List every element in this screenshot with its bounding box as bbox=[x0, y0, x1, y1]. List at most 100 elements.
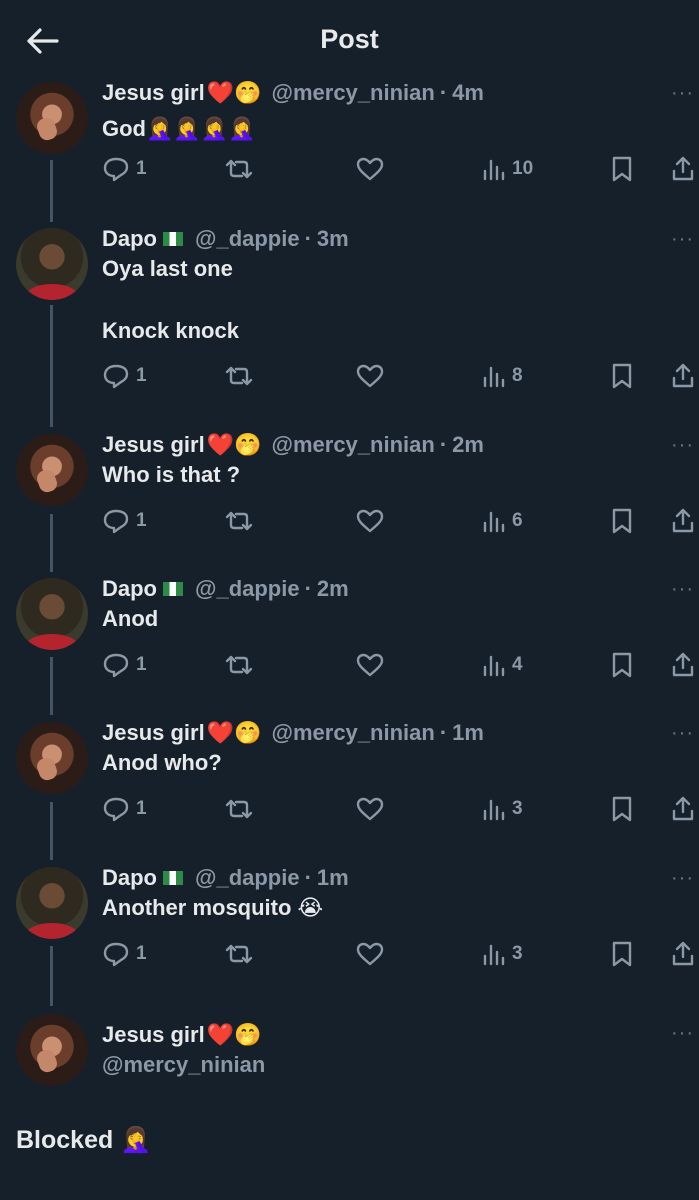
display-name[interactable]: Dapo bbox=[102, 576, 157, 602]
name-emojis: ❤️🤭 bbox=[206, 80, 262, 105]
share-icon bbox=[670, 651, 696, 679]
share-button[interactable] bbox=[670, 152, 696, 186]
like-button[interactable] bbox=[355, 504, 385, 538]
more-icon[interactable]: ··· bbox=[671, 1023, 695, 1043]
display-name[interactable]: Jesus girl bbox=[102, 720, 205, 746]
views-button[interactable]: 8 bbox=[482, 359, 523, 393]
avatar[interactable] bbox=[16, 82, 88, 154]
avatar[interactable] bbox=[16, 867, 88, 939]
reply-button[interactable]: 1 bbox=[102, 504, 147, 538]
reply-button[interactable]: 1 bbox=[102, 152, 147, 186]
bookmark-icon bbox=[610, 362, 634, 390]
views-button[interactable]: 6 bbox=[482, 504, 523, 538]
name-emojis: ❤️🤭 bbox=[206, 1022, 262, 1047]
views-button[interactable]: 3 bbox=[482, 937, 523, 971]
author-handle[interactable]: @mercy_ninian bbox=[272, 80, 435, 106]
share-icon bbox=[670, 507, 696, 535]
bookmark-button[interactable] bbox=[610, 152, 634, 186]
author-name-row: Jesus girl ❤️🤭 bbox=[102, 1018, 262, 1052]
action-bar: 16 bbox=[0, 504, 699, 538]
retweet-button[interactable] bbox=[222, 937, 256, 971]
reply-icon bbox=[102, 652, 130, 678]
like-button[interactable] bbox=[355, 792, 385, 826]
views-button[interactable]: 3 bbox=[482, 792, 523, 826]
separator: · bbox=[439, 720, 448, 745]
reply-button[interactable]: 1 bbox=[102, 359, 147, 393]
retweet-button[interactable] bbox=[222, 359, 256, 393]
like-button[interactable] bbox=[355, 648, 385, 682]
avatar[interactable] bbox=[16, 228, 88, 300]
like-button[interactable] bbox=[355, 937, 385, 971]
reply-icon bbox=[102, 363, 130, 389]
retweet-icon bbox=[222, 156, 256, 182]
like-icon bbox=[355, 796, 385, 822]
timestamp[interactable]: 2m bbox=[317, 576, 349, 602]
share-button[interactable] bbox=[670, 359, 696, 393]
reply-count: 1 bbox=[136, 654, 147, 675]
retweet-button[interactable] bbox=[222, 152, 256, 186]
nigeria-flag-icon bbox=[163, 232, 183, 246]
more-icon[interactable]: ··· bbox=[671, 435, 695, 455]
author-handle[interactable]: @mercy_ninian bbox=[272, 432, 435, 458]
views-button[interactable]: 10 bbox=[482, 152, 533, 186]
name-emojis: ❤️🤭 bbox=[206, 432, 262, 457]
retweet-icon bbox=[222, 508, 256, 534]
display-name[interactable]: Jesus girl bbox=[102, 80, 205, 106]
reply-button[interactable]: 1 bbox=[102, 648, 147, 682]
author-handle[interactable]: @_dappie bbox=[195, 865, 300, 891]
more-icon[interactable]: ··· bbox=[671, 868, 695, 888]
avatar[interactable] bbox=[16, 1014, 88, 1086]
bookmark-button[interactable] bbox=[610, 504, 634, 538]
reply-button[interactable]: 1 bbox=[102, 937, 147, 971]
like-icon bbox=[355, 941, 385, 967]
share-button[interactable] bbox=[670, 937, 696, 971]
more-icon[interactable]: ··· bbox=[671, 723, 695, 743]
display-name[interactable]: Dapo bbox=[102, 865, 157, 891]
like-button[interactable] bbox=[355, 152, 385, 186]
more-icon[interactable]: ··· bbox=[671, 579, 695, 599]
tweet-text: Another mosquito 😭 bbox=[102, 895, 324, 920]
post-text: Blocked 🤦‍♀️ bbox=[16, 1126, 152, 1154]
like-button[interactable] bbox=[355, 359, 385, 393]
timestamp[interactable]: 3m bbox=[317, 226, 349, 252]
bookmark-icon bbox=[610, 795, 634, 823]
author-handle[interactable]: @mercy_ninian bbox=[102, 1052, 265, 1078]
separator: · bbox=[439, 432, 448, 457]
avatar[interactable] bbox=[16, 722, 88, 794]
avatar[interactable] bbox=[16, 578, 88, 650]
retweet-button[interactable] bbox=[222, 648, 256, 682]
avatar[interactable] bbox=[16, 434, 88, 506]
share-button[interactable] bbox=[670, 792, 696, 826]
share-button[interactable] bbox=[670, 504, 696, 538]
like-icon bbox=[355, 156, 385, 182]
display-name[interactable]: Dapo bbox=[102, 226, 157, 252]
separator: · bbox=[304, 576, 312, 601]
views-button[interactable]: 4 bbox=[482, 648, 523, 682]
bookmark-button[interactable] bbox=[610, 937, 634, 971]
bookmark-button[interactable] bbox=[610, 359, 634, 393]
retweet-icon bbox=[222, 363, 256, 389]
author-handle[interactable]: @_dappie bbox=[195, 576, 300, 602]
reply-icon bbox=[102, 796, 130, 822]
author-name-row: Jesus girl ❤️🤭 @mercy_ninian · 4m bbox=[102, 76, 484, 110]
tweet-text: Anod bbox=[102, 606, 159, 631]
timestamp[interactable]: 1m bbox=[452, 720, 484, 746]
like-icon bbox=[355, 652, 385, 678]
timestamp[interactable]: 1m bbox=[317, 865, 349, 891]
author-handle[interactable]: @_dappie bbox=[195, 226, 300, 252]
retweet-button[interactable] bbox=[222, 504, 256, 538]
share-icon bbox=[670, 362, 696, 390]
bookmark-button[interactable] bbox=[610, 648, 634, 682]
more-icon[interactable]: ··· bbox=[671, 229, 695, 249]
author-handle[interactable]: @mercy_ninian bbox=[272, 720, 435, 746]
timestamp[interactable]: 4m bbox=[452, 80, 484, 106]
more-icon[interactable]: ··· bbox=[671, 83, 695, 103]
timestamp[interactable]: 2m bbox=[452, 432, 484, 458]
share-button[interactable] bbox=[670, 648, 696, 682]
reply-button[interactable]: 1 bbox=[102, 792, 147, 826]
bookmark-button[interactable] bbox=[610, 792, 634, 826]
display-name[interactable]: Jesus girl bbox=[102, 432, 205, 458]
display-name[interactable]: Jesus girl bbox=[102, 1022, 205, 1048]
retweet-button[interactable] bbox=[222, 792, 256, 826]
author-name-row: Dapo @_dappie · 3m bbox=[102, 222, 349, 256]
